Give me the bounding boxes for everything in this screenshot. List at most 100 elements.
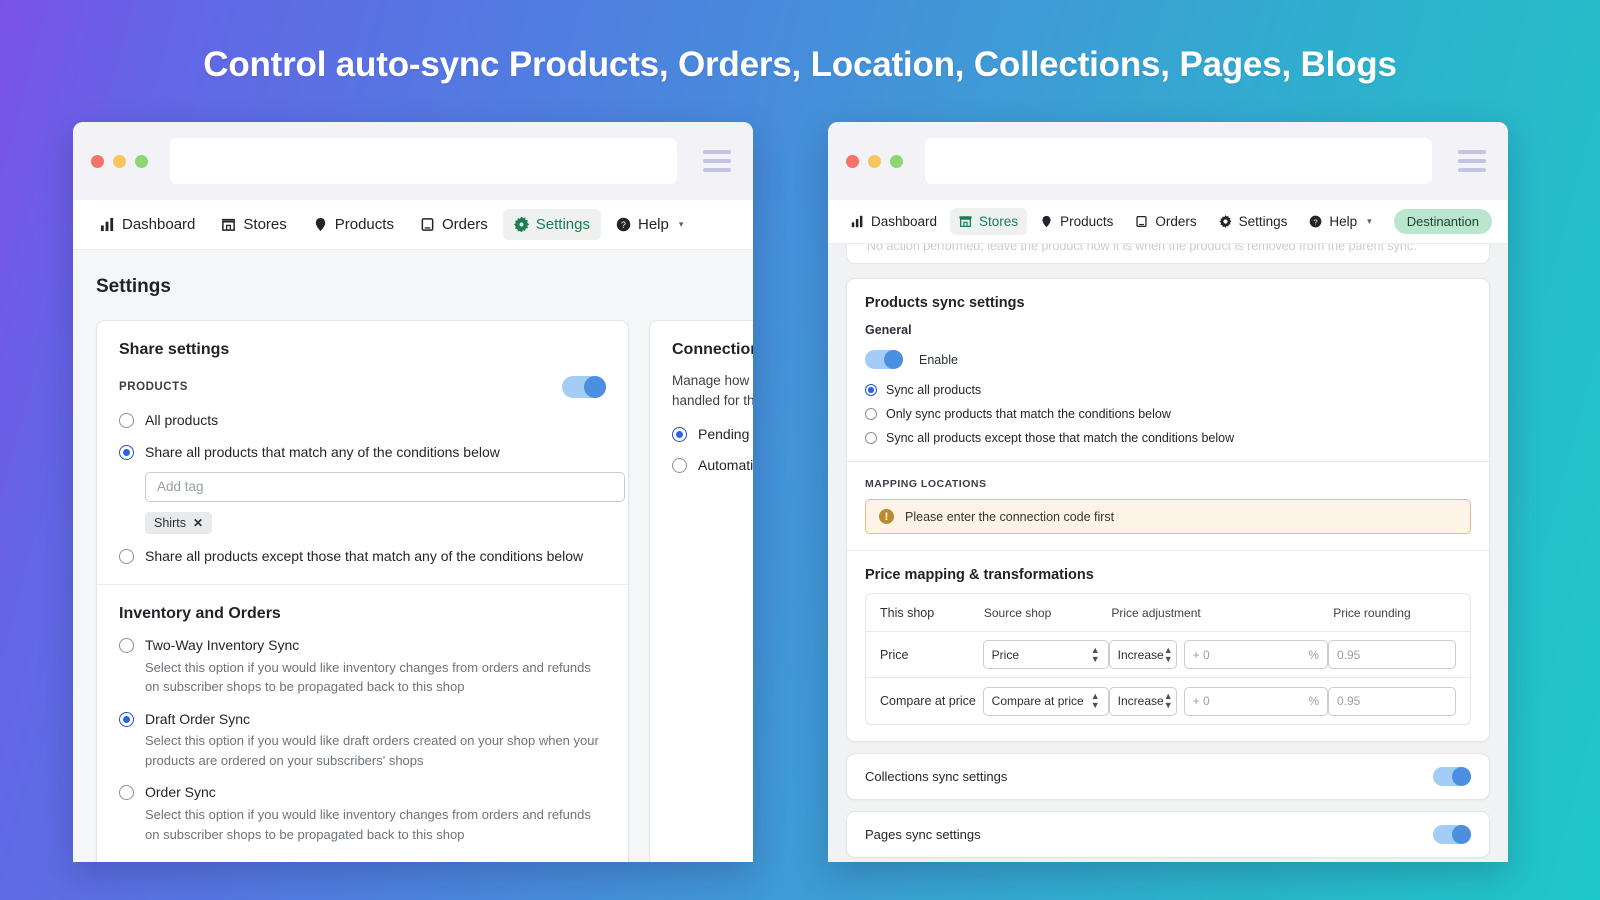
pages-sync-label: Pages sync settings <box>865 827 981 842</box>
maximize-window-dot[interactable] <box>135 154 148 168</box>
share-option-label: Share all products that match any of the… <box>145 443 500 460</box>
adjustment-value-input[interactable]: + 0 % <box>1183 686 1328 716</box>
option-order-sync[interactable]: Order Sync <box>119 783 606 802</box>
price-rounding-input[interactable]: 0.95 <box>1328 640 1456 669</box>
maximize-window-dot[interactable] <box>890 154 903 168</box>
column-header-price-adjustment: Price adjustment <box>1111 605 1201 620</box>
sync-option-except-conditions[interactable]: Sync all products except those that matc… <box>865 431 1471 445</box>
tag-icon <box>313 217 328 232</box>
pages-sync-settings-row[interactable]: Pages sync settings <box>846 811 1490 858</box>
option-label: Draft Order Sync <box>145 710 251 727</box>
hamburger-menu-icon[interactable] <box>703 150 731 172</box>
nav-label: Products <box>334 216 394 233</box>
nav-item-help[interactable]: ? Help ▾ <box>1300 208 1380 235</box>
sync-option-label: Only sync products that match the condit… <box>886 407 1171 421</box>
alert-icon: ! <box>879 509 894 524</box>
input-value: + 0 <box>1192 694 1210 708</box>
products-sync-title: Products sync settings <box>865 295 1025 311</box>
radio-icon <box>672 458 687 474</box>
svg-text:?: ? <box>621 220 626 230</box>
status-badge-destination: Destinantion <box>1393 209 1492 234</box>
chevron-updown-icon: ▲ ▼ <box>1163 644 1173 664</box>
cell-source-shop: Compare at price ▲ ▼ <box>982 686 1109 716</box>
cell-price-rounding: 0.95 <box>1328 686 1456 716</box>
nav-item-products[interactable]: Products <box>1031 208 1122 235</box>
radio-icon <box>865 432 877 444</box>
connection-option-label: Automatically approve <box>698 457 753 474</box>
option-two-way-inventory-sync[interactable]: Two-Way Inventory Sync <box>119 636 606 655</box>
nav-item-products[interactable]: Products <box>302 209 405 240</box>
nav-item-orders[interactable]: Orders <box>1126 208 1205 235</box>
adjustment-type-select[interactable]: Increase ▲ ▼ <box>1108 640 1177 669</box>
share-option-except-conditions[interactable]: Share all products except those that mat… <box>119 547 606 566</box>
nav-label: Dashboard <box>122 216 196 233</box>
bar-chart-icon <box>851 215 864 228</box>
store-icon <box>959 215 972 228</box>
nav-item-stores[interactable]: Stores <box>950 208 1028 235</box>
add-tag-input[interactable]: Add tag <box>145 471 625 502</box>
adjustment-value-input[interactable]: + 0 % <box>1183 640 1328 669</box>
sync-option-all-products[interactable]: Sync all products <box>865 383 1471 397</box>
collections-sync-settings-row[interactable]: Collections sync settings <box>846 753 1490 800</box>
nav-label: Dashboard <box>871 214 938 229</box>
hamburger-menu-icon[interactable] <box>1458 150 1486 172</box>
share-settings-title: Share settings <box>119 341 230 358</box>
nav-item-stores[interactable]: Stores <box>210 209 297 240</box>
adjustment-type-select[interactable]: Increase ▲ ▼ <box>1108 686 1177 716</box>
option-label: Order Sync <box>145 784 216 801</box>
enable-toggle-row[interactable]: Enable <box>865 350 1471 369</box>
nav-item-settings[interactable]: Settings <box>502 209 601 240</box>
products-share-toggle[interactable] <box>562 376 606 398</box>
collections-sync-toggle[interactable] <box>1433 767 1471 786</box>
cell-this-shop: Compare at price <box>880 694 976 708</box>
close-window-dot[interactable] <box>91 154 104 168</box>
tag-chip-shirts[interactable]: Shirts ✕ <box>145 511 213 534</box>
gear-icon <box>513 217 529 232</box>
tag-icon <box>1040 215 1053 228</box>
radio-icon-selected <box>672 426 687 442</box>
connections-section: Connections Manage how connections are h… <box>650 321 753 493</box>
browser-chrome-right <box>828 122 1508 200</box>
connections-description: Manage how connections are handled for t… <box>672 373 753 409</box>
nav-label: Orders <box>1155 214 1197 229</box>
option-draft-order-sync[interactable]: Draft Order Sync <box>119 710 606 729</box>
nav-item-settings[interactable]: Settings <box>1210 208 1297 235</box>
window-controls-right <box>846 154 903 168</box>
nav-item-dashboard[interactable]: Dashboard <box>842 208 946 235</box>
connection-option-pending-mode[interactable]: Pending mode <box>672 425 753 444</box>
chevron-updown-icon: ▲ ▼ <box>1090 644 1100 664</box>
input-value: + 0 <box>1192 647 1210 662</box>
pages-sync-toggle[interactable] <box>1433 825 1471 844</box>
column-header-price-rounding: Price rounding <box>1333 605 1411 620</box>
close-window-dot[interactable] <box>846 154 859 168</box>
close-icon[interactable]: ✕ <box>193 516 203 530</box>
sync-option-match-conditions[interactable]: Only sync products that match the condit… <box>865 407 1471 421</box>
address-bar[interactable] <box>170 138 677 184</box>
option-label: Two-Way Inventory Sync <box>145 636 300 653</box>
help-circle-icon: ? <box>1309 215 1322 228</box>
nav-item-orders[interactable]: Orders <box>409 209 499 240</box>
connection-option-auto-approve[interactable]: Automatically approve <box>672 456 753 475</box>
nav-label: Settings <box>535 216 590 233</box>
connections-title: Connections <box>672 341 753 358</box>
minimize-window-dot[interactable] <box>113 154 126 168</box>
radio-icon-selected <box>119 711 134 727</box>
nav-item-dashboard[interactable]: Dashboard <box>89 209 206 240</box>
store-sync-settings-body: No action performed, leave the product n… <box>828 244 1508 862</box>
select-value: Increase <box>1117 694 1164 708</box>
price-rounding-input[interactable]: 0.95 <box>1328 686 1456 716</box>
general-label: General <box>865 323 912 337</box>
minimize-window-dot[interactable] <box>868 154 881 168</box>
chevron-updown-icon: ▲ ▼ <box>1090 691 1100 710</box>
products-sync-general-section: Products sync settings General Enable Sy… <box>847 279 1489 461</box>
address-bar[interactable] <box>925 138 1432 184</box>
enable-toggle[interactable] <box>865 350 903 369</box>
source-shop-select[interactable]: Price ▲ ▼ <box>982 640 1109 669</box>
share-option-match-conditions[interactable]: Share all products that match any of the… <box>119 443 606 462</box>
nav-label: Help <box>1329 214 1358 229</box>
nav-item-help[interactable]: ? Help ▾ <box>605 209 694 240</box>
sync-option-label: Sync all products except those that matc… <box>886 431 1235 445</box>
order-icon <box>420 217 435 232</box>
share-option-all-products[interactable]: All products <box>119 411 606 430</box>
source-shop-select[interactable]: Compare at price ▲ ▼ <box>982 686 1109 716</box>
